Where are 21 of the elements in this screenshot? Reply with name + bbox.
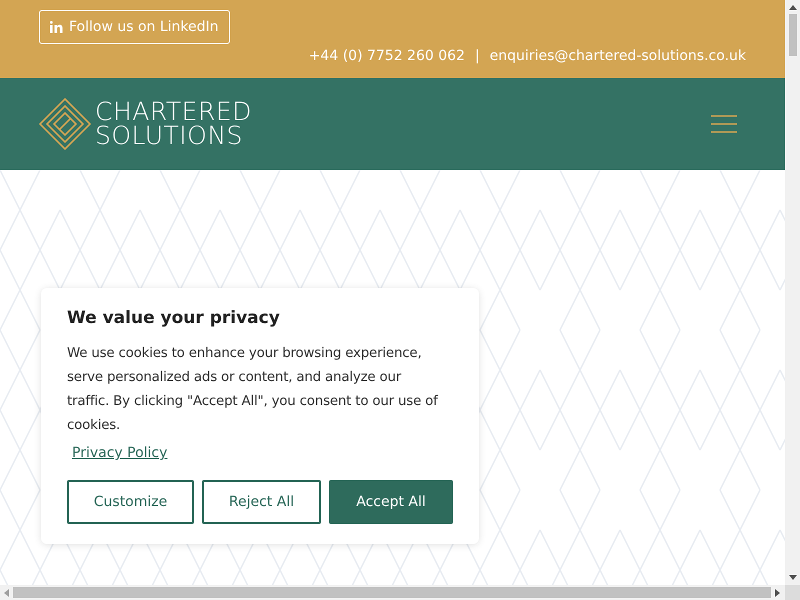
privacy-policy-link[interactable]: Privacy Policy [72,442,168,464]
scroll-right-icon[interactable] [775,588,780,596]
scrollbar-thumb[interactable] [788,14,796,56]
scroll-up-icon[interactable] [788,5,796,10]
separator: | [474,48,480,64]
dialog-title: We value your privacy [67,308,281,328]
logo-icon [39,98,91,150]
scroll-down-icon[interactable] [788,575,796,580]
consent-button[interactable]: Customize [67,480,194,524]
scrollbar-thumb[interactable] [13,587,771,598]
vertical-scrollbar[interactable] [785,0,800,585]
logo-text: SOLUTIONS [95,124,244,148]
horizontal-scrollbar[interactable] [0,585,785,600]
dialog-message: We use cookies to enhance your browsing experience, serve personalized ads or content, and analyze our traffic. By clicking "Accept All", you consent to our use of cookies. [67,345,440,435]
consent-button[interactable]: Accept All [329,480,453,524]
menu-icon[interactable] [711,115,737,133]
consent-button[interactable]: Reject All [202,480,321,524]
logo-text: CHARTERED [95,100,252,124]
scroll-left-icon[interactable] [4,588,9,596]
scrollbar-corner [785,585,800,600]
linkedin-icon [50,21,63,33]
